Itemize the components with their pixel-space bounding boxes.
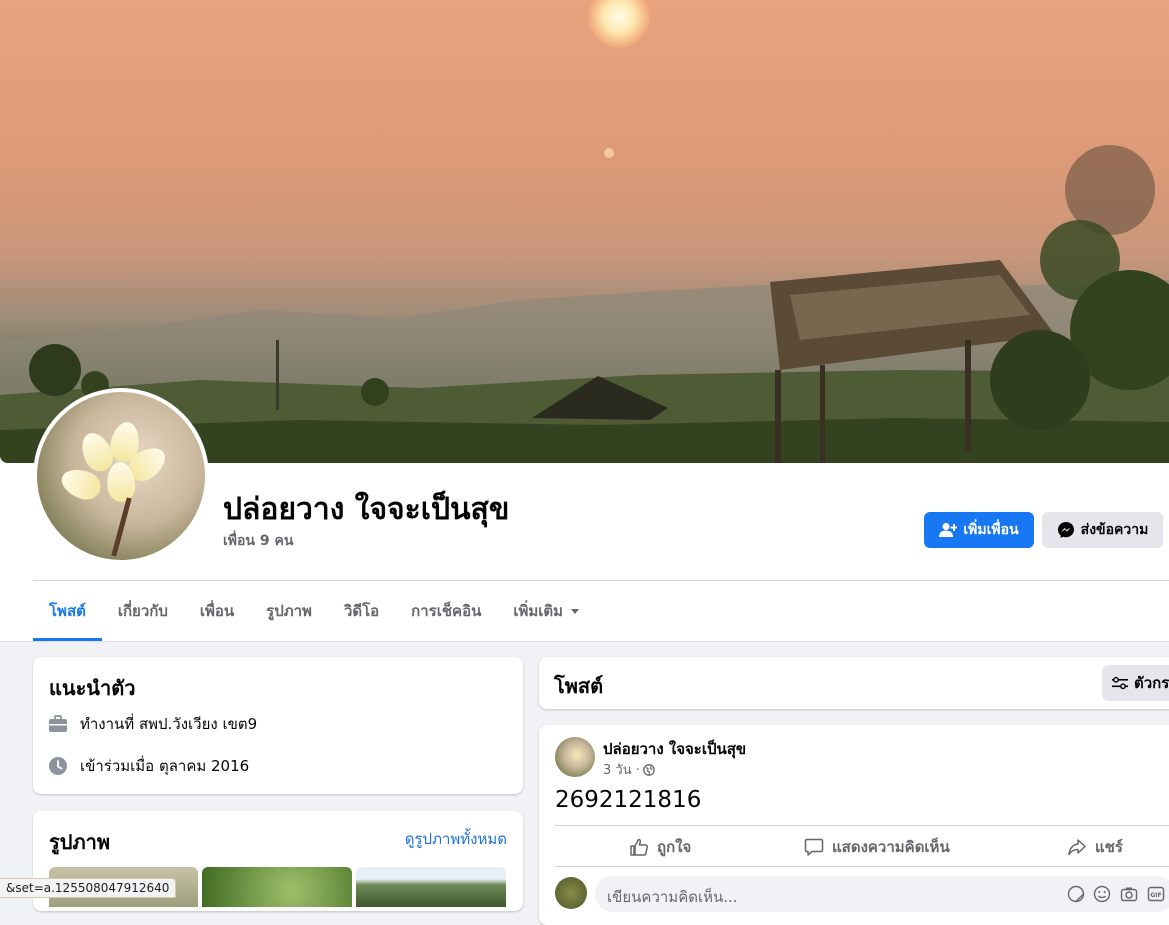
intro-title: แนะนำตัว [49,676,136,700]
post-text: 2692121816 [555,787,702,813]
add-friend-button[interactable]: เพิ่มเพื่อน [924,512,1034,548]
tab-videos[interactable]: วิดีโอ [328,581,395,641]
globe-icon [643,763,655,776]
send-message-button[interactable]: ส่งข้อความ [1042,512,1163,548]
intro-joined-row: เข้าร่วมเมื่อ ตุลาคม 2016 [48,754,249,778]
profile-tabs: โพสต์ เกี่ยวกับ เพื่อน รูปภาพ วิดีโอ การ… [33,581,595,641]
profile-name: ปล่อยวาง ใจจะเป็นสุข [223,492,510,527]
thumbs-up-icon [630,838,649,856]
post-time[interactable]: 3 วัน · [603,759,640,780]
messenger-icon [1057,522,1074,538]
comment-icon [804,838,824,856]
comment-input[interactable]: เขียนความคิดเห็น... GIF [595,876,1169,912]
filter-icon [1112,676,1128,690]
tab-more[interactable]: เพิ่มเติม [497,581,595,641]
share-label: แชร์ [1095,838,1123,856]
post-separator [555,866,1169,867]
filter-button[interactable]: ตัวกร [1102,665,1169,701]
commenter-avatar[interactable] [555,877,587,909]
tab-label: วิดีโอ [343,602,380,620]
profile-avatar[interactable] [33,388,209,564]
posts-header-card: โพสต์ ตัวกร [539,657,1169,709]
intro-work-text: ทำงานที่ สพป.วังเวียง เขต9 [80,715,258,733]
tab-label: โพสต์ [49,602,86,620]
intro-card: แนะนำตัว ทำงานที่ สพป.วังเวียง เขต9 เข้า… [33,657,523,794]
camera-icon[interactable] [1120,885,1138,903]
friends-count[interactable]: เพื่อน 9 คน [223,530,293,552]
cover-photo[interactable] [0,0,1169,463]
see-all-photos-link[interactable]: ดูรูปภาพทั้งหมด [405,827,507,851]
tab-label: เพิ่มเติม [513,602,564,620]
intro-work-row: ทำงานที่ สพป.วังเวียง เขต9 [48,712,257,736]
tab-posts[interactable]: โพสต์ [33,581,102,641]
briefcase-icon [49,715,67,732]
like-label: ถูกใจ [657,838,692,856]
tab-label: การเช็คอิน [411,602,482,620]
post-author-avatar[interactable] [555,737,595,777]
tab-label: เกี่ยวกับ [117,602,168,620]
add-friend-label: เพิ่มเพื่อน [963,522,1019,538]
avatar-photo [37,392,205,560]
comment-button[interactable]: แสดงความคิดเห็น [804,829,950,865]
browser-status-bar: &set=a.125508047912640 [0,878,177,898]
like-button[interactable]: ถูกใจ [629,829,691,865]
tabs-bottom-border [0,641,1169,642]
share-button[interactable]: แชร์ [1067,829,1123,865]
tab-label: รูปภาพ [266,602,312,620]
tab-about[interactable]: เกี่ยวกับ [102,581,184,641]
tab-friends[interactable]: เพื่อน [184,581,250,641]
tab-photos[interactable]: รูปภาพ [250,581,328,641]
photos-title: รูปภาพ [49,830,111,854]
gif-icon[interactable]: GIF [1147,885,1165,903]
emoji-icon[interactable] [1093,885,1111,903]
post-card: ปล่อยวาง ใจจะเป็นสุข 3 วัน · 2692121816 … [539,725,1169,925]
flower-stem [111,497,132,557]
comment-placeholder: เขียนความคิดเห็น... [607,888,738,906]
comment-label: แสดงความคิดเห็น [832,838,950,856]
share-icon [1068,839,1086,856]
add-friend-icon [939,523,958,537]
tab-checkins[interactable]: การเช็คอิน [395,581,497,641]
posts-title: โพสต์ [554,674,604,698]
filter-label: ตัวกร [1134,674,1169,692]
cover-landscape [0,145,1169,463]
tab-label: เพื่อน [199,602,235,620]
post-author-name[interactable]: ปล่อยวาง ใจจะเป็นสุข [603,737,746,761]
photo-thumbnail[interactable] [356,867,506,907]
send-message-label: ส่งข้อความ [1080,522,1149,538]
post-separator [555,825,1169,826]
sticker-icon[interactable] [1067,885,1085,903]
photo-thumbnail[interactable] [202,867,352,907]
post-meta: 3 วัน · [603,759,655,780]
caret-down-icon [571,608,580,614]
clock-icon [49,757,67,775]
intro-joined-text: เข้าร่วมเมื่อ ตุลาคม 2016 [80,757,250,775]
